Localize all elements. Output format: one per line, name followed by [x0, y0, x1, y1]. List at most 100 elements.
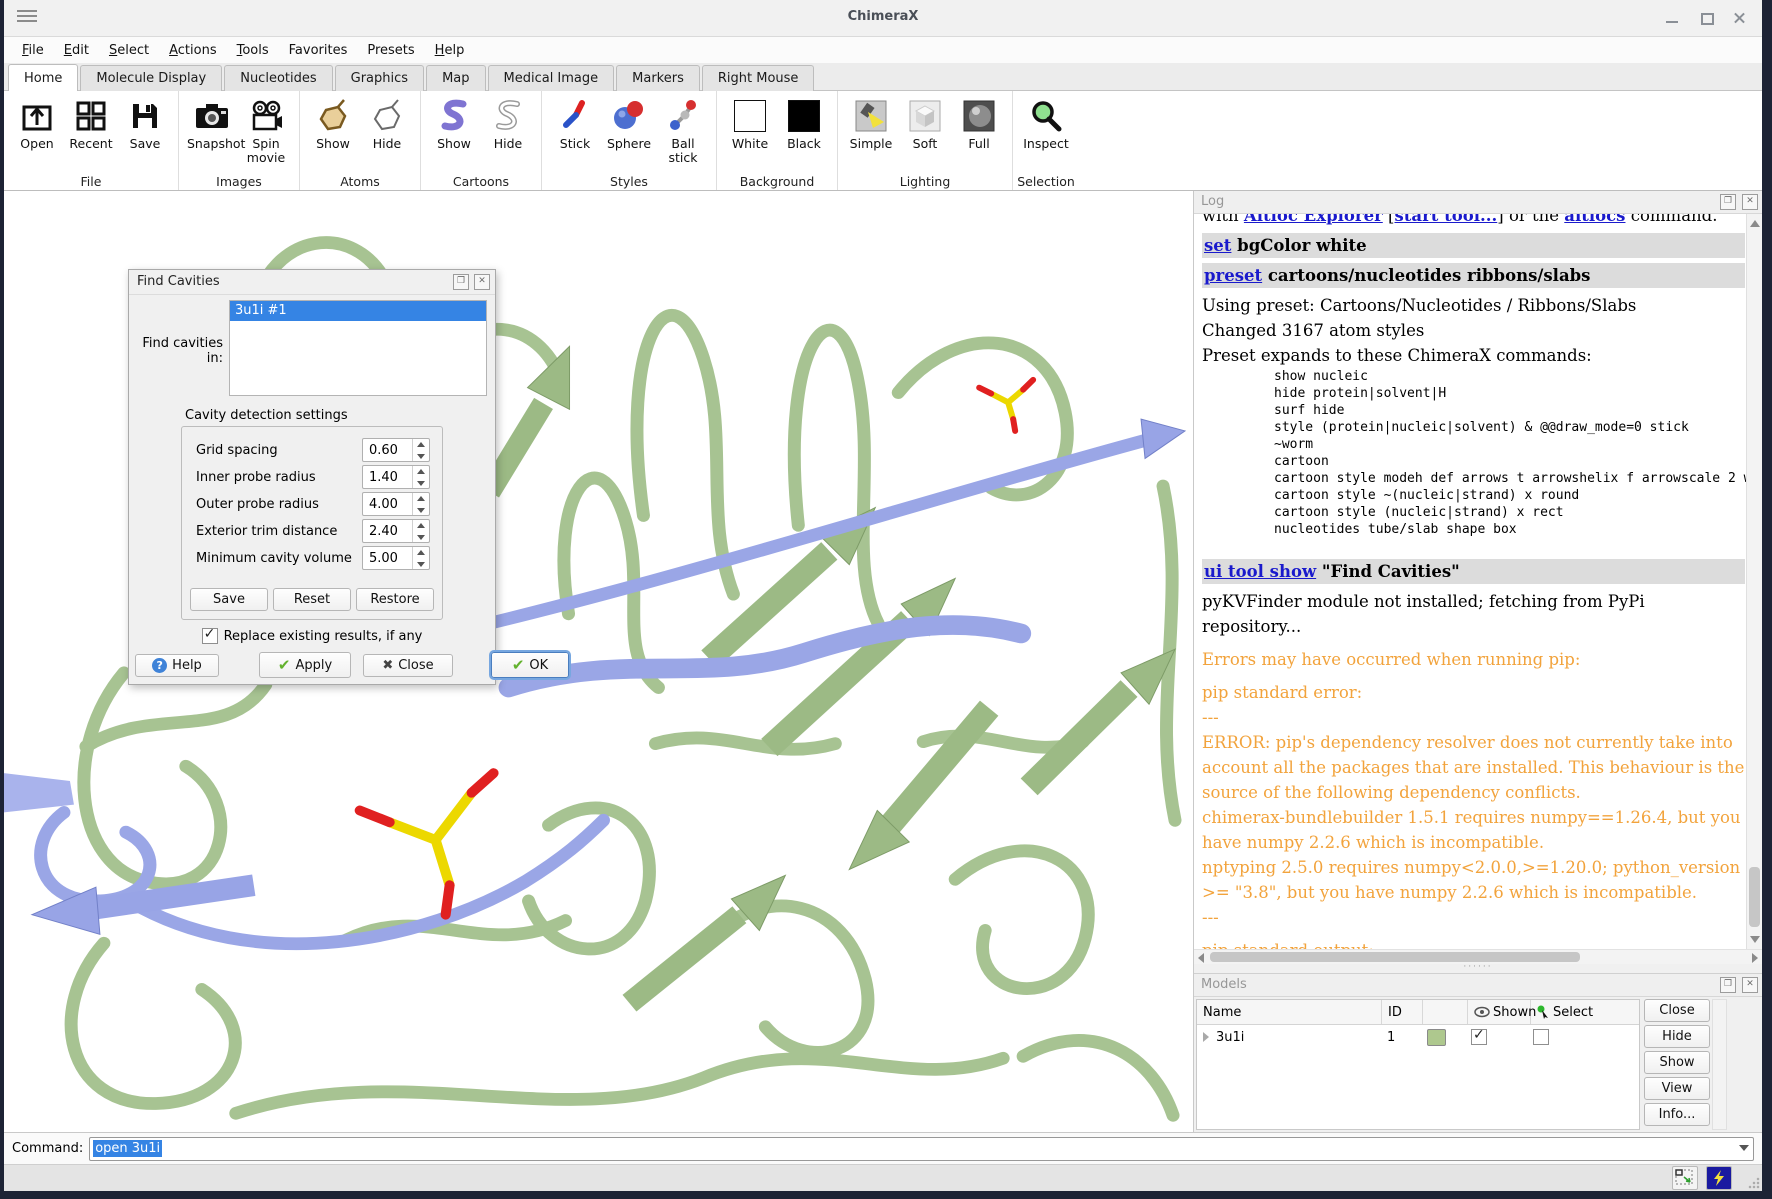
log-horizontal-scrollbar[interactable]: [1194, 949, 1762, 964]
log-title-bar[interactable]: Log ❐ ✕: [1194, 191, 1762, 214]
spin-down-icon[interactable]: [413, 531, 429, 542]
spin-up-icon[interactable]: [413, 547, 429, 558]
command-input[interactable]: open 3u1i: [89, 1137, 1754, 1161]
resize-grip[interactable]: [1748, 1177, 1760, 1189]
tab-markers[interactable]: Markers: [616, 65, 700, 91]
close-panel-icon[interactable]: ✕: [474, 274, 490, 290]
scrollbar-thumb[interactable]: [1749, 867, 1760, 927]
atoms-hide-button[interactable]: Hide: [362, 95, 412, 151]
altlocs-link[interactable]: altlocs: [1564, 214, 1625, 225]
lighting-simple-button[interactable]: Simple: [846, 95, 896, 151]
column-select[interactable]: Select: [1531, 1000, 1639, 1024]
lighting-soft-button[interactable]: Soft: [900, 95, 950, 151]
expand-arrow-icon[interactable]: [1203, 1032, 1209, 1042]
model-color-swatch[interactable]: [1427, 1029, 1446, 1046]
log-vertical-scrollbar[interactable]: [1746, 214, 1762, 949]
model-list-item[interactable]: 3u1i #1: [230, 301, 486, 321]
models-info-button[interactable]: Info...: [1644, 1103, 1710, 1126]
tab-graphics[interactable]: Graphics: [335, 65, 424, 91]
inspect-button[interactable]: Inspect: [1021, 95, 1071, 151]
ui-tool-show-link[interactable]: ui tool show: [1204, 562, 1316, 581]
replace-results-checkbox[interactable]: [202, 628, 218, 644]
recent-button[interactable]: Recent: [66, 95, 116, 151]
spin-down-icon[interactable]: [413, 477, 429, 488]
apply-button[interactable]: ✔Apply: [259, 652, 351, 678]
spin-down-icon[interactable]: [413, 504, 429, 515]
menu-help[interactable]: Help: [425, 40, 475, 61]
spin-up-icon[interactable]: [413, 439, 429, 450]
restore-settings-button[interactable]: Restore: [356, 588, 434, 611]
scroll-left-icon[interactable]: [1198, 953, 1204, 963]
close-button[interactable]: [1732, 10, 1748, 26]
menu-actions[interactable]: Actions: [159, 40, 227, 61]
models-view-button[interactable]: View: [1644, 1077, 1710, 1100]
spin-movie-button[interactable]: Spin movie: [241, 95, 291, 165]
models-hide-button[interactable]: Hide: [1644, 1025, 1710, 1048]
outer-probe-radius-spinbox[interactable]: 4.00: [362, 492, 430, 516]
command-history-dropdown-icon[interactable]: [1739, 1145, 1749, 1151]
models-show-button[interactable]: Show: [1644, 1051, 1710, 1074]
dialog-title-bar[interactable]: Find Cavities ❐ ✕: [129, 270, 495, 295]
column-id[interactable]: ID: [1382, 1000, 1423, 1024]
dialog-close-button[interactable]: ✖Close: [363, 654, 453, 677]
preset-command-link[interactable]: preset: [1204, 266, 1262, 285]
panel-splitter[interactable]: [1194, 964, 1762, 973]
style-stick-button[interactable]: Stick: [550, 95, 600, 151]
models-buttons-scrollbar[interactable]: [1712, 999, 1727, 1130]
menu-edit[interactable]: Edit: [54, 40, 99, 61]
grid-spacing-spinbox[interactable]: 0.60: [362, 438, 430, 462]
style-ball-stick-button[interactable]: Ball stick: [658, 95, 708, 165]
fit-window-button[interactable]: [1672, 1166, 1698, 1190]
spin-up-icon[interactable]: [413, 493, 429, 504]
model-listbox[interactable]: 3u1i #1: [229, 300, 487, 396]
column-name[interactable]: Name: [1197, 1000, 1382, 1024]
lighting-full-button[interactable]: Full: [954, 95, 1004, 151]
save-button[interactable]: Save: [120, 95, 170, 151]
minimize-button[interactable]: [1664, 10, 1680, 26]
model-row-3u1i[interactable]: 3u1i 1: [1197, 1025, 1639, 1049]
scrollbar-thumb[interactable]: [1210, 952, 1580, 962]
float-panel-icon[interactable]: ❐: [453, 274, 469, 290]
scroll-up-icon[interactable]: [1750, 220, 1760, 227]
open-button[interactable]: Open: [12, 95, 62, 151]
tab-medical-image[interactable]: Medical Image: [488, 65, 615, 91]
column-shown[interactable]: Shown: [1468, 1000, 1531, 1024]
menu-favorites[interactable]: Favorites: [279, 40, 358, 61]
close-panel-icon[interactable]: ✕: [1742, 194, 1758, 210]
model-select-checkbox[interactable]: [1533, 1029, 1549, 1045]
spin-down-icon[interactable]: [413, 558, 429, 569]
help-button[interactable]: ?Help: [135, 654, 219, 677]
set-command-link[interactable]: set: [1204, 236, 1231, 255]
reset-settings-button[interactable]: Reset: [273, 588, 351, 611]
ok-button[interactable]: ✔OK: [491, 652, 569, 678]
minimum-cavity-volume-spinbox[interactable]: 5.00: [362, 546, 430, 570]
style-sphere-button[interactable]: Sphere: [604, 95, 654, 151]
close-panel-icon[interactable]: ✕: [1742, 977, 1758, 993]
models-close-button[interactable]: Close: [1644, 999, 1710, 1022]
float-panel-icon[interactable]: ❐: [1720, 977, 1736, 993]
scroll-down-icon[interactable]: [1750, 936, 1760, 943]
spin-down-icon[interactable]: [413, 450, 429, 461]
spin-up-icon[interactable]: [413, 520, 429, 531]
lightning-button[interactable]: [1706, 1166, 1732, 1190]
graphics-viewport[interactable]: Find Cavities ❐ ✕ Find cavities in: 3u1i…: [4, 191, 1194, 1132]
start-tool-link[interactable]: start tool...: [1394, 214, 1497, 225]
scroll-right-icon[interactable]: [1752, 953, 1758, 963]
tab-right-mouse[interactable]: Right Mouse: [702, 65, 815, 91]
menu-select[interactable]: Select: [99, 40, 159, 61]
models-title-bar[interactable]: Models ❐ ✕: [1194, 974, 1762, 997]
float-panel-icon[interactable]: ❐: [1720, 194, 1736, 210]
spin-up-icon[interactable]: [413, 466, 429, 477]
menu-file[interactable]: File: [12, 40, 54, 61]
altloc-explorer-link[interactable]: Altloc Explorer: [1244, 214, 1383, 225]
inner-probe-radius-spinbox[interactable]: 1.40: [362, 465, 430, 489]
cartoons-hide-button[interactable]: Hide: [483, 95, 533, 151]
tab-map[interactable]: Map: [426, 65, 485, 91]
background-white-button[interactable]: White: [725, 95, 775, 151]
log-content[interactable]: with Altloc Explorer [start tool...] or …: [1194, 214, 1747, 949]
maximize-button[interactable]: [1698, 10, 1714, 26]
tab-nucleotides[interactable]: Nucleotides: [224, 65, 332, 91]
snapshot-button[interactable]: Snapshot: [187, 95, 237, 151]
model-shown-checkbox[interactable]: [1471, 1029, 1487, 1045]
column-color[interactable]: [1423, 1000, 1468, 1024]
